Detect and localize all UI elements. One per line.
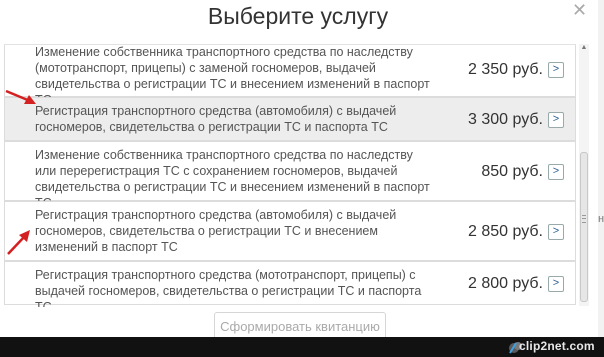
annotation-arrow-icon <box>7 230 30 255</box>
list-scrollbar[interactable]: ▲ <box>579 44 589 306</box>
service-price: 2 850 руб. <box>468 223 543 240</box>
dialog-title: Выберите услугу <box>207 3 389 29</box>
service-price: 2 350 руб. <box>468 61 543 78</box>
watermark-text: clip2net.com <box>519 339 595 353</box>
service-description: Регистрация транспортного средства (авто… <box>35 208 397 254</box>
generate-receipt-button[interactable]: Сформировать квитанцию <box>214 312 386 340</box>
service-row[interactable]: Регистрация транспортного средства (мото… <box>4 261 576 307</box>
annotation-arrow-icon <box>5 89 36 104</box>
service-list: Изменение собственника транспортного сре… <box>4 44 576 307</box>
service-row[interactable]: Изменение собственника транспортного сре… <box>4 45 576 107</box>
service-row[interactable]: Регистрация транспортного средства (авто… <box>4 201 576 261</box>
select-service-button[interactable]: > <box>548 112 564 128</box>
service-price: 2 800 руб. <box>468 275 543 292</box>
select-service-button[interactable]: > <box>548 276 564 292</box>
grip-icon <box>582 215 586 223</box>
select-service-button[interactable]: > <box>548 224 564 240</box>
service-row[interactable]: Изменение собственника транспортного сре… <box>4 141 576 210</box>
service-price: 850 руб. <box>481 163 543 180</box>
service-row[interactable]: Регистрация транспортного средства (авто… <box>4 97 576 141</box>
service-description: Регистрация транспортного средства (авто… <box>35 104 397 134</box>
select-service-button[interactable]: > <box>548 62 564 78</box>
service-dialog: Выберите услугу ✕ Изменение собственника… <box>0 0 598 340</box>
scrollbar-thumb[interactable] <box>580 152 588 302</box>
scroll-up-icon[interactable]: ▲ <box>579 44 589 52</box>
background-page-text: н <box>598 213 604 225</box>
service-description: Регистрация транспортного средства (мото… <box>35 268 422 307</box>
close-icon[interactable]: ✕ <box>572 0 587 21</box>
service-price: 3 300 руб. <box>468 111 543 128</box>
select-service-button[interactable]: > <box>548 164 564 180</box>
